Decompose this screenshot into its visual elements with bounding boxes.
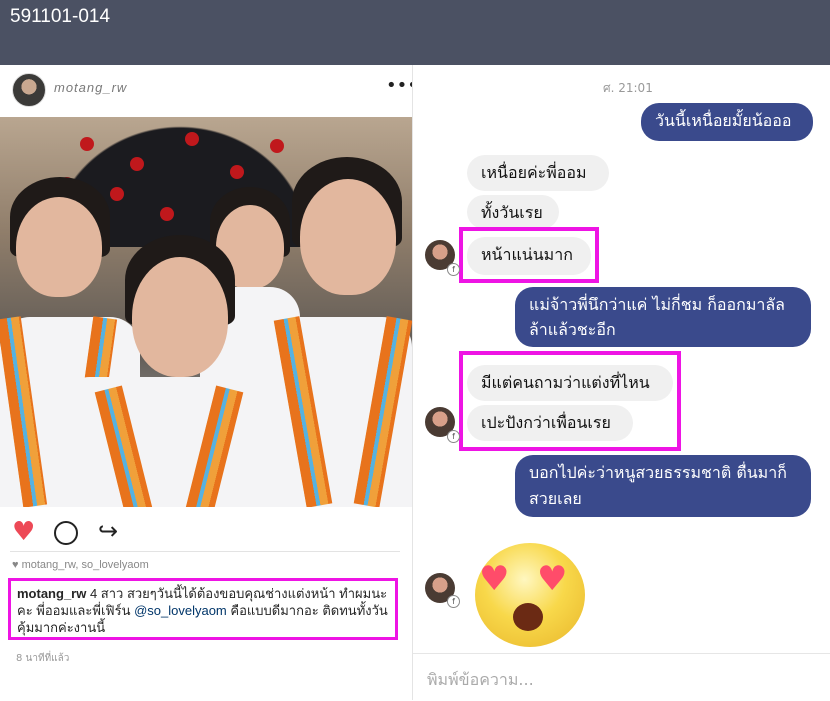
- highlight-box: [459, 227, 599, 283]
- divider: [10, 551, 400, 552]
- messenger-badge-icon: f: [447, 263, 460, 276]
- avatar[interactable]: [12, 73, 46, 107]
- message-outgoing[interactable]: วันนี้เหนื่อยมั้ยน้อออ: [641, 103, 813, 141]
- message-outgoing[interactable]: แม่จ้าวพี่นึกว่าแค่ ไม่กี่ชม ก็ออกมาลัล …: [515, 287, 811, 347]
- post-caption: motang_rw 4 สาว สวยๆวันนี้ได้ต้องขอบคุณช…: [17, 585, 389, 636]
- heart-icon[interactable]: ♥: [12, 517, 35, 547]
- caption-mention[interactable]: @so_lovelyaom: [134, 603, 227, 618]
- window-title: 591101-014: [10, 6, 111, 27]
- message-outgoing[interactable]: บอกไปค่ะว่าหนูสวยธรรมชาติ ตื่นมาก็ สวยเล…: [515, 455, 811, 517]
- likes-line[interactable]: ♥ motang_rw, so_lovelyaom: [12, 559, 402, 571]
- share-icon[interactable]: ↪: [98, 517, 118, 545]
- caption-highlight: motang_rw 4 สาว สวยๆวันนี้ได้ต้องขอบคุณช…: [8, 578, 398, 640]
- instagram-post: motang_rw ••• ♥ ↪ ♥ motang_rw, so_lovely…: [0, 65, 418, 700]
- message-incoming[interactable]: เหนื่อยค่ะพี่ออม: [467, 155, 609, 191]
- post-username[interactable]: motang_rw: [54, 80, 127, 95]
- highlight-box: [459, 351, 681, 451]
- message-input[interactable]: พิมพ์ข้อความ...: [427, 668, 534, 693]
- chat-timestamp: ศ. 21:01: [603, 81, 653, 95]
- messenger-badge-icon: f: [447, 595, 460, 608]
- comment-icon[interactable]: [54, 521, 78, 545]
- caption-username[interactable]: motang_rw: [17, 586, 86, 601]
- post-photo[interactable]: [0, 117, 412, 507]
- message-incoming[interactable]: ทั้งวันเรย: [467, 195, 559, 229]
- post-header: motang_rw •••: [0, 65, 418, 115]
- messenger-chat: ศ. 21:01 วันนี้เหนื่อยมั้ยน้อออ เหนื่อยค…: [412, 65, 830, 700]
- top-bar: 591101-014: [0, 0, 830, 65]
- post-time: 8 นาทีที่แล้ว: [16, 653, 70, 664]
- message-input-bar: พิมพ์ข้อความ...: [413, 653, 830, 701]
- messenger-badge-icon: f: [447, 430, 460, 443]
- heart-eyes-emoji-icon: ♥ ♥: [475, 543, 585, 647]
